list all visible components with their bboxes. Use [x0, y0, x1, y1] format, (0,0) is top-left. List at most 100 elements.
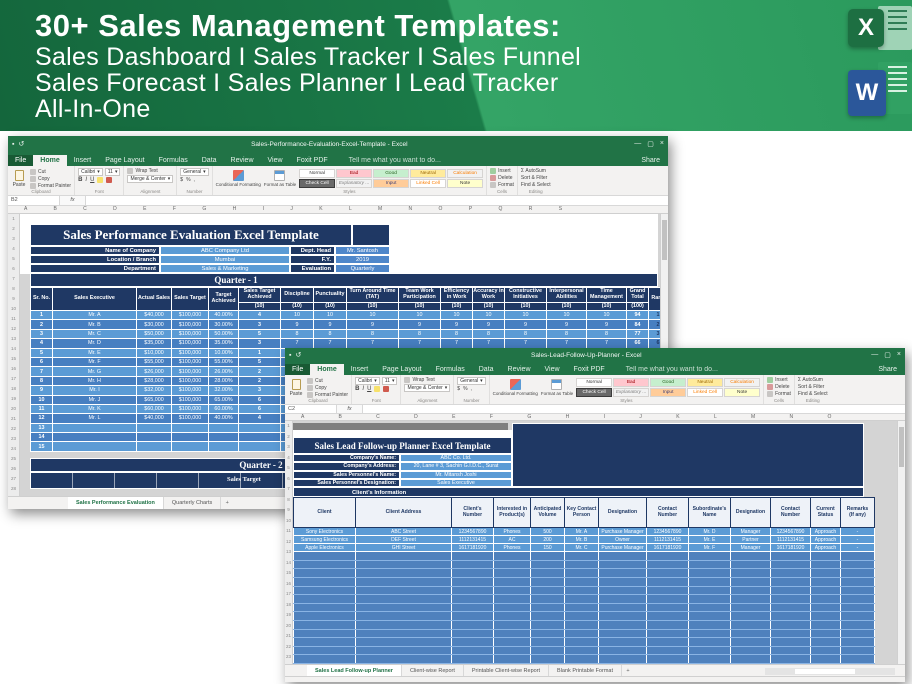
- cell[interactable]: [565, 655, 599, 664]
- cell-style-chip[interactable]: Note: [447, 179, 483, 188]
- cell[interactable]: [731, 655, 771, 664]
- cell[interactable]: 4: [239, 414, 281, 423]
- cell[interactable]: $100,000: [172, 404, 209, 413]
- cell[interactable]: 30.00%: [209, 320, 239, 329]
- cell[interactable]: $32,000: [137, 386, 172, 395]
- cell[interactable]: ABC Street: [356, 528, 452, 536]
- close-button[interactable]: ×: [660, 140, 664, 148]
- tab-view[interactable]: View: [261, 155, 290, 166]
- cell[interactable]: [494, 629, 531, 638]
- cell[interactable]: [771, 603, 811, 612]
- cell[interactable]: [599, 552, 647, 561]
- cell[interactable]: 10: [314, 311, 347, 320]
- cell[interactable]: [494, 620, 531, 629]
- cell[interactable]: 1112131415: [647, 536, 689, 544]
- cell[interactable]: [531, 655, 565, 664]
- cell[interactable]: [294, 612, 356, 621]
- sheet-tab-lead-planner[interactable]: Sales Lead Follow-up Planner: [307, 665, 402, 676]
- paste-button[interactable]: Paste: [11, 168, 27, 189]
- cell[interactable]: $26,000: [137, 367, 172, 376]
- cell[interactable]: [811, 552, 841, 561]
- col-header[interactable]: Remarks (If any): [841, 498, 875, 528]
- col-header[interactable]: Sales Executive: [53, 288, 137, 311]
- tell-me-box[interactable]: Tell me what you want to do...: [343, 155, 447, 166]
- cell[interactable]: [531, 646, 565, 655]
- cell[interactable]: [647, 569, 689, 578]
- tab-page-layout[interactable]: Page Layout: [98, 155, 151, 166]
- conditional-formatting-icon[interactable]: [510, 379, 521, 390]
- font-name-select[interactable]: Calibri ▾: [78, 168, 103, 176]
- cell[interactable]: $100,000: [172, 339, 209, 348]
- tab-home[interactable]: Home: [33, 155, 66, 166]
- cell[interactable]: [565, 620, 599, 629]
- cell[interactable]: [841, 552, 875, 561]
- cell[interactable]: 4: [239, 311, 281, 320]
- fill-color-button[interactable]: [97, 177, 103, 183]
- column-headers[interactable]: A B C D E F G H I J K L M N O P Q R S: [8, 206, 668, 214]
- tab-view[interactable]: View: [538, 364, 567, 375]
- cell[interactable]: [841, 577, 875, 586]
- cell[interactable]: [356, 638, 452, 647]
- cell[interactable]: [531, 552, 565, 561]
- info-value[interactable]: Mumbai: [160, 255, 290, 264]
- cell[interactable]: 15: [31, 442, 53, 451]
- font-size-select[interactable]: 11 ▾: [105, 168, 121, 176]
- cell[interactable]: 11: [31, 404, 53, 413]
- cell[interactable]: 10.00%: [209, 348, 239, 357]
- cell[interactable]: 9: [547, 320, 587, 329]
- cell-style-chip[interactable]: Linked Cell: [687, 388, 723, 397]
- cell[interactable]: $50,000: [137, 329, 172, 338]
- name-box[interactable]: B2: [8, 196, 60, 205]
- cell[interactable]: Purchase Manager: [599, 544, 647, 552]
- cell[interactable]: 40.00%: [209, 414, 239, 423]
- italic-button[interactable]: I: [85, 177, 87, 183]
- cell[interactable]: Mr. F: [53, 357, 137, 366]
- cell[interactable]: Mr. C: [53, 329, 137, 338]
- find-select-button[interactable]: Find & Select: [798, 391, 828, 397]
- cell[interactable]: [599, 586, 647, 595]
- tab-review[interactable]: Review: [501, 364, 538, 375]
- cell[interactable]: [647, 620, 689, 629]
- cell[interactable]: [689, 638, 731, 647]
- maximize-button[interactable]: ▢: [884, 351, 891, 359]
- cell[interactable]: $100,000: [172, 367, 209, 376]
- cell[interactable]: [689, 552, 731, 561]
- cell[interactable]: [53, 442, 137, 451]
- cell[interactable]: 7: [347, 339, 399, 348]
- cell[interactable]: [531, 638, 565, 647]
- cell[interactable]: [356, 603, 452, 612]
- cell-style-chip[interactable]: Good: [373, 169, 409, 178]
- cell[interactable]: [452, 560, 494, 569]
- cell[interactable]: [565, 612, 599, 621]
- col-subheader[interactable]: (10): [239, 303, 281, 311]
- font-size-select[interactable]: 11 ▾: [382, 377, 398, 385]
- cell[interactable]: [731, 646, 771, 655]
- cell[interactable]: 1234567890: [647, 528, 689, 536]
- cell[interactable]: [689, 612, 731, 621]
- cell[interactable]: $100,000: [172, 329, 209, 338]
- cell[interactable]: 7: [281, 339, 314, 348]
- col-header[interactable]: Subordinate's Name: [689, 498, 731, 528]
- cell[interactable]: [599, 569, 647, 578]
- cell[interactable]: [356, 577, 452, 586]
- scrollbar-thumb[interactable]: [795, 669, 855, 674]
- cell-style-chip[interactable]: Check Cell: [576, 388, 612, 397]
- format-button[interactable]: Format: [767, 391, 791, 397]
- col-header[interactable]: Discipline: [281, 288, 314, 303]
- cell[interactable]: [771, 612, 811, 621]
- cell[interactable]: [811, 655, 841, 664]
- cell[interactable]: [452, 552, 494, 561]
- font-name-select[interactable]: Calibri ▾: [355, 377, 380, 385]
- cell[interactable]: [771, 569, 811, 578]
- cell[interactable]: Approach: [811, 528, 841, 536]
- cell[interactable]: 1617181920: [647, 544, 689, 552]
- cell[interactable]: [294, 586, 356, 595]
- cell[interactable]: [494, 603, 531, 612]
- cell[interactable]: [494, 595, 531, 604]
- info-label[interactable]: Company's Address:: [293, 462, 400, 470]
- col-header[interactable]: Sales Target: [172, 288, 209, 311]
- font-color-button[interactable]: [106, 177, 112, 183]
- cut-button[interactable]: Cut: [30, 169, 71, 175]
- col-header[interactable]: Contact Number: [771, 498, 811, 528]
- cell[interactable]: [841, 638, 875, 647]
